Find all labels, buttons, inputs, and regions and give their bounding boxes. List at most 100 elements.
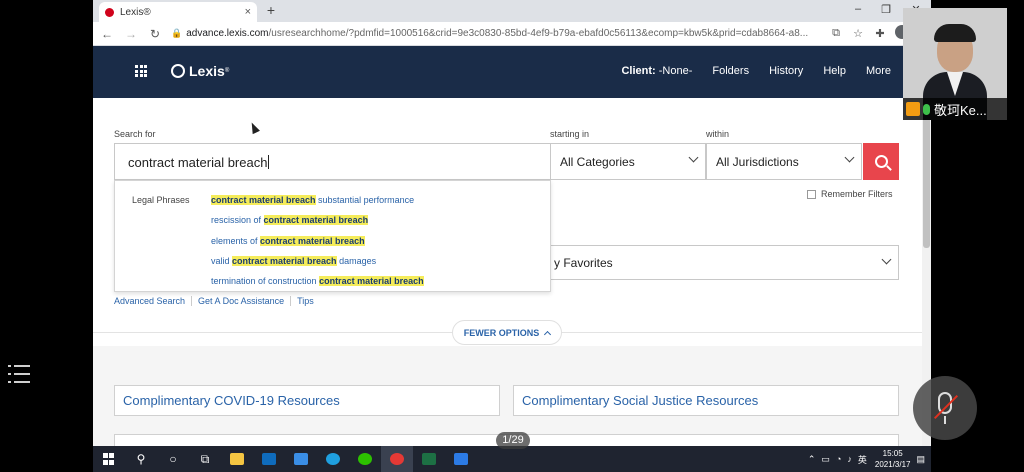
mic-stand <box>944 416 946 424</box>
lexis-logo[interactable]: Lexis ® <box>171 63 229 79</box>
toolbar-icons: ⧉ ☆ ✚ <box>825 25 913 42</box>
clock[interactable]: 15:05 2021/3/17 <box>875 448 911 470</box>
tab-close-icon[interactable]: × <box>245 6 251 18</box>
client-value: -None- <box>658 65 693 77</box>
clock-date: 2021/3/17 <box>874 460 911 469</box>
wechat-icon[interactable] <box>349 446 381 472</box>
get-a-doc-link[interactable]: Get A Doc Assistance <box>191 296 290 306</box>
client-selector[interactable]: Client: -None- <box>621 65 692 77</box>
windows-logo-icon <box>103 453 115 465</box>
covid-resources-card[interactable]: Complimentary COVID-19 Resources <box>114 385 500 416</box>
search-links: Advanced Search Get A Doc Assistance Tip… <box>114 296 320 306</box>
remember-filters[interactable]: Remember Filters <box>807 189 893 199</box>
nav-help[interactable]: Help <box>823 65 846 77</box>
tab-lexis[interactable]: Lexis® × <box>99 2 257 22</box>
url-host: advance.lexis.com <box>186 28 269 39</box>
mute-mic-button[interactable] <box>913 376 977 440</box>
chevron-down-icon <box>881 254 892 265</box>
search-icon <box>874 155 888 168</box>
screen: Lexis® × + – ❐ ✕ ← → ↻ 🔒 advance.lexis.c… <box>0 0 1024 472</box>
start-button[interactable] <box>93 446 125 472</box>
tips-link[interactable]: Tips <box>290 296 320 306</box>
category-select[interactable]: All Categories <box>550 143 706 180</box>
within-label: within <box>706 129 730 139</box>
suggestion-item[interactable]: rescission of contract material breach <box>211 215 369 225</box>
mic-active-icon <box>923 103 930 115</box>
remember-filters-label: Remember Filters <box>821 189 893 199</box>
nav-more[interactable]: More <box>866 65 891 77</box>
search-input[interactable]: contract material breach <box>114 143 552 180</box>
url-field[interactable]: 🔒 advance.lexis.com/usresearchhome/?pdmf… <box>171 25 819 43</box>
excel-icon[interactable] <box>413 446 445 472</box>
nav-folders[interactable]: Folders <box>712 65 749 77</box>
bookmark-star-icon[interactable]: ☆ <box>847 27 869 40</box>
suggestion-item[interactable]: contract material breach substantial per… <box>211 195 414 205</box>
clock-time: 15:05 <box>882 449 903 458</box>
windows-taskbar: ⚲ ○ ⧉ ⌃ ▭ ◔ ♪ 英 15:05 2021/3/17 ▤ <box>93 446 931 472</box>
jurisdiction-select[interactable]: All Jurisdictions <box>706 143 862 180</box>
logo-text: Lexis <box>189 63 225 79</box>
chevron-down-icon <box>688 152 699 163</box>
edge-icon[interactable] <box>317 446 349 472</box>
suggestion-item[interactable]: elements of contract material breach <box>211 236 365 246</box>
tray-overflow-icon[interactable]: ⌃ <box>808 454 816 465</box>
video-thumbnail[interactable]: 敬珂Ke... <box>903 8 1007 120</box>
task-view-icon[interactable]: ⧉ <box>189 446 221 472</box>
tab-title: Lexis® <box>120 6 151 18</box>
minimize-button[interactable]: – <box>851 3 865 15</box>
lexis-logo-mark-icon <box>171 64 185 78</box>
advanced-search-link[interactable]: Advanced Search <box>114 296 191 306</box>
remember-filters-checkbox[interactable] <box>807 189 816 199</box>
address-bar-row: ← → ↻ 🔒 advance.lexis.com/usresearchhome… <box>93 22 931 46</box>
favorites-value: y Favorites <box>554 256 613 270</box>
outlook-icon[interactable] <box>253 446 285 472</box>
scrollbar-thumb[interactable] <box>923 100 930 248</box>
lexis-header: Lexis ® Client: -None- Folders History He… <box>93 46 931 98</box>
nav-history[interactable]: History <box>769 65 803 77</box>
starting-in-label: starting in <box>550 129 590 139</box>
ime-indicator[interactable]: 英 <box>858 453 867 466</box>
search-button[interactable] <box>863 143 899 180</box>
mail-icon[interactable] <box>285 446 317 472</box>
meeting-app-icon[interactable] <box>445 446 477 472</box>
notifications-icon[interactable]: ▤ <box>916 454 925 465</box>
volume-icon[interactable]: ♪ <box>847 454 852 464</box>
person-hair <box>934 24 976 42</box>
lexis-favicon-icon <box>105 7 114 17</box>
jurisdiction-value: All Jurisdictions <box>716 155 799 169</box>
logo-registered-mark: ® <box>224 68 230 74</box>
network-icon[interactable]: ◔ <box>836 454 841 464</box>
lock-icon: 🔒 <box>171 28 183 38</box>
chevron-up-icon <box>544 330 552 338</box>
covid-resources-title: Complimentary COVID-19 Resources <box>123 393 340 408</box>
reload-icon[interactable]: ↻ <box>145 27 165 41</box>
category-value: All Categories <box>560 155 635 169</box>
chevron-down-icon <box>844 152 855 163</box>
translate-icon[interactable]: ⧉ <box>825 27 847 40</box>
new-tab-button[interactable]: + <box>262 2 280 18</box>
participant-name: 敬珂Ke... <box>934 102 987 118</box>
mouse-cursor-icon <box>248 120 260 135</box>
system-tray: ⌃ ▭ ◔ ♪ 英 15:05 2021/3/17 ▤ <box>802 446 925 472</box>
cortana-icon[interactable]: ○ <box>157 446 189 472</box>
back-arrow-icon[interactable]: ← <box>97 27 117 41</box>
suggestion-category: Legal Phrases <box>132 195 190 205</box>
search-icon[interactable]: ⚲ <box>125 446 157 472</box>
forward-arrow-icon[interactable]: → <box>121 27 141 41</box>
search-query-text: contract material breach <box>128 155 268 170</box>
battery-icon[interactable]: ▭ <box>821 454 830 465</box>
chrome-icon[interactable] <box>381 446 413 472</box>
top-nav: Client: -None- Folders History Help More <box>601 65 891 77</box>
page-counter: 1/29 <box>496 432 530 449</box>
list-menu-icon[interactable] <box>8 363 30 385</box>
suggestion-item[interactable]: valid contract material breach damages <box>211 256 376 266</box>
text-caret <box>268 155 270 169</box>
file-explorer-icon[interactable] <box>221 446 253 472</box>
favorites-select[interactable]: y Favorites <box>549 245 899 280</box>
fewer-options-button[interactable]: FEWER OPTIONS <box>452 320 562 345</box>
extensions-puzzle-icon[interactable]: ✚ <box>869 27 891 40</box>
maximize-button[interactable]: ❐ <box>879 3 893 16</box>
apps-grid-icon[interactable] <box>135 65 147 77</box>
suggestion-item[interactable]: termination of construction contract mat… <box>211 276 424 286</box>
social-justice-resources-card[interactable]: Complimentary Social Justice Resources <box>513 385 899 416</box>
